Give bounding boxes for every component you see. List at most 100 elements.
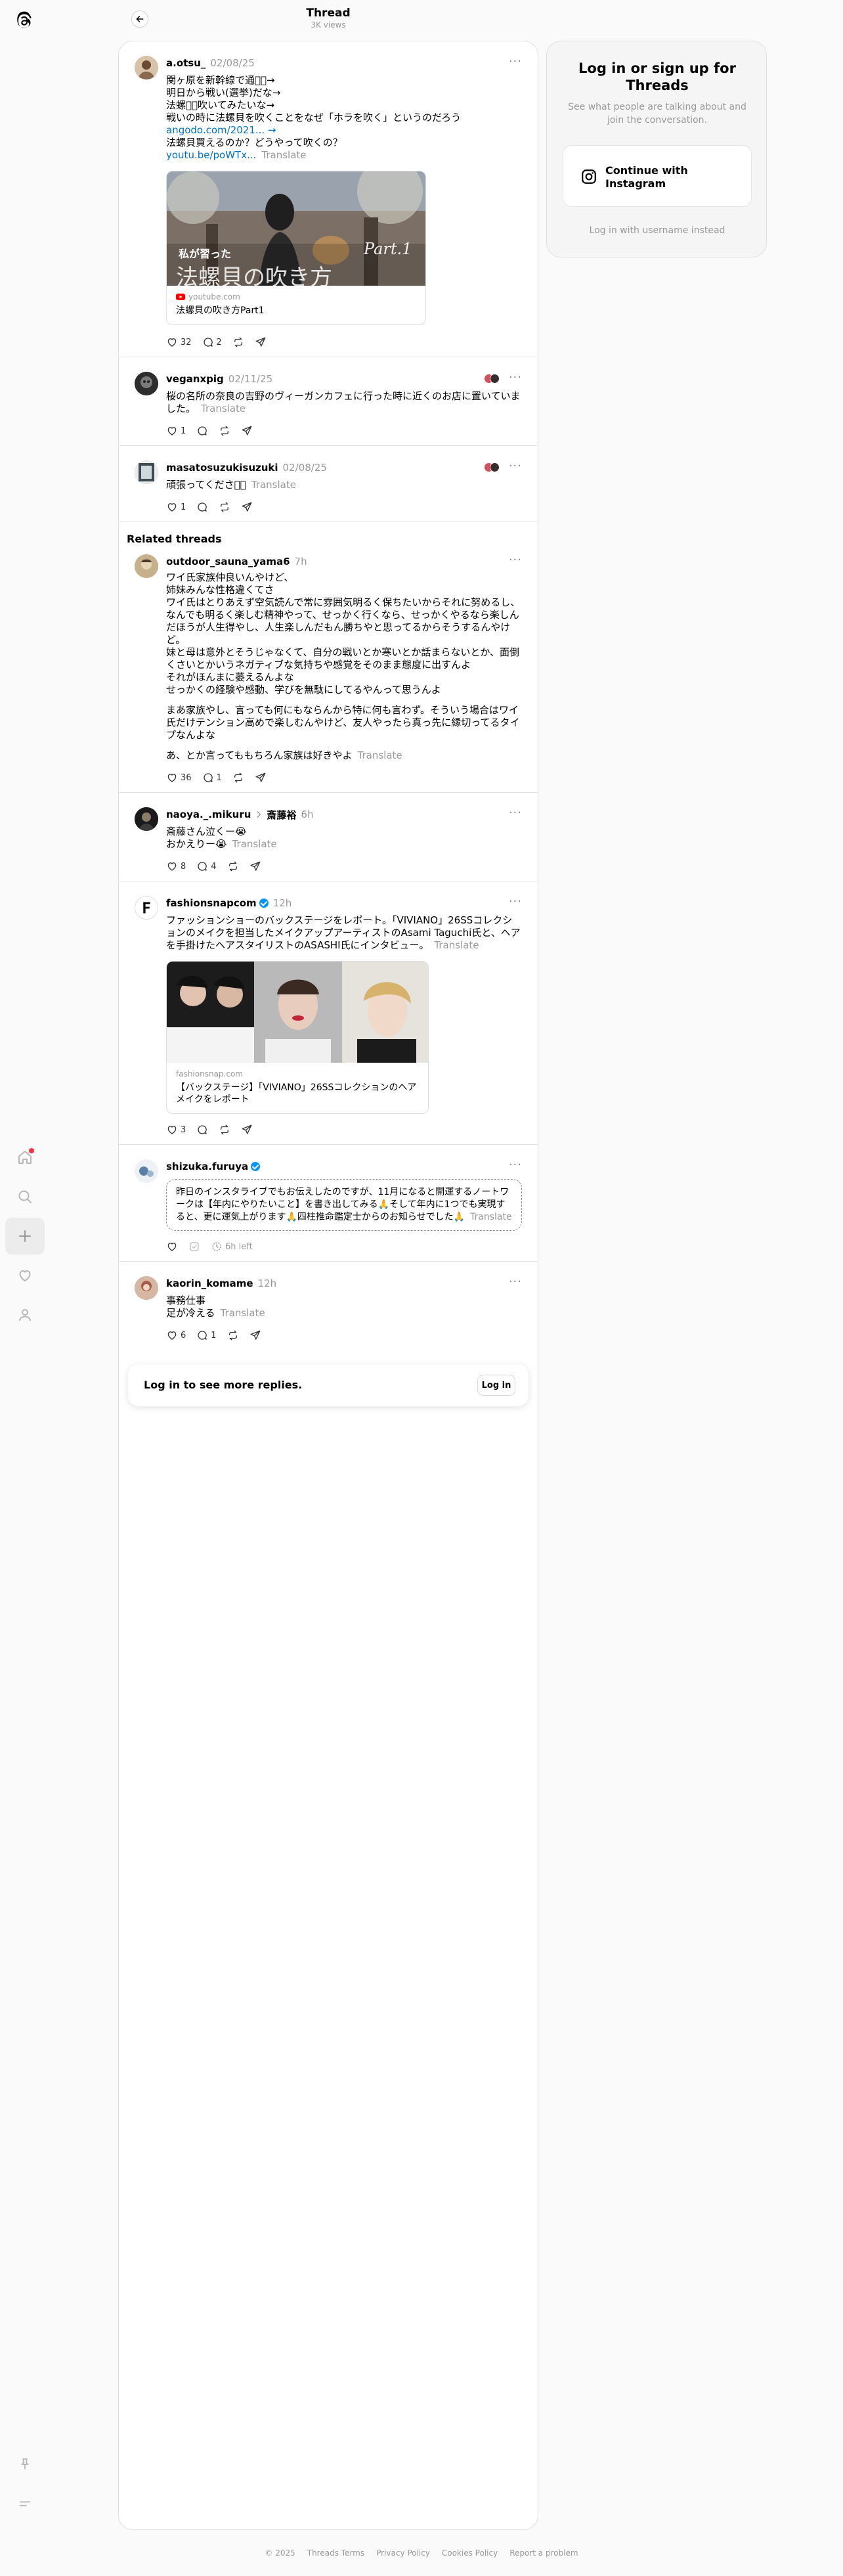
avatar-image (135, 1276, 158, 1300)
more-options-button[interactable]: ··· (509, 554, 522, 566)
avatar[interactable] (135, 896, 158, 920)
repost-button[interactable] (232, 336, 244, 348)
login-button[interactable]: Log in (477, 1375, 515, 1396)
translate-link[interactable]: Translate (201, 403, 246, 414)
translate-link[interactable]: Translate (434, 939, 479, 951)
comment-icon (198, 862, 207, 871)
more-options-button[interactable]: ··· (509, 1276, 522, 1288)
continue-with-instagram-button[interactable]: Continue with Instagram (563, 145, 752, 207)
more-options-button[interactable]: ··· (509, 896, 522, 908)
repost-button[interactable] (219, 501, 230, 513)
like-button[interactable]: 36 (166, 772, 192, 784)
repost-button[interactable] (227, 860, 239, 872)
reply-button[interactable]: 1 (202, 772, 222, 784)
post-time[interactable]: 7h (295, 556, 307, 567)
threads-logo[interactable] (11, 8, 37, 34)
nav-profile-button[interactable] (5, 1297, 45, 1333)
translate-link[interactable]: Translate (470, 1212, 512, 1222)
post-text: 関ヶ原を新幹線で通過🏻→ 明日から戦い(選挙)だな→ 法螺貝🏻吹いてみたいな→ … (166, 74, 522, 162)
avatar[interactable] (135, 460, 158, 484)
post-time[interactable]: 02/08/25 (210, 57, 254, 69)
like-button[interactable]: 6 (166, 1329, 186, 1341)
link-preview-card[interactable]: 私が習った 法螺貝の吹き方 Part.1 youtube.com 法螺貝の吹き方… (166, 171, 426, 325)
heart-icon (167, 862, 177, 871)
username[interactable]: naoya._.mikuru (166, 809, 251, 820)
username[interactable]: a.otsu_ (166, 57, 205, 69)
reply-button[interactable] (196, 501, 208, 513)
username[interactable]: outdoor_sauna_yama6 (166, 556, 290, 567)
more-options-button[interactable]: ··· (509, 807, 522, 819)
share-button[interactable] (255, 772, 267, 784)
avatar[interactable] (135, 1159, 158, 1183)
nav-home-button[interactable] (5, 1139, 45, 1176)
more-options-button[interactable]: ··· (509, 1159, 522, 1171)
post-link[interactable]: youtu.be/poWTx... (166, 149, 256, 161)
login-with-username-link[interactable]: Log in with username instead (547, 225, 767, 236)
translate-link[interactable]: Translate (232, 838, 277, 850)
nav-activity-button[interactable] (5, 1257, 45, 1294)
like-button[interactable]: 8 (166, 860, 186, 872)
footer-cookies-link[interactable]: Cookies Policy (442, 2548, 498, 2558)
avatar[interactable] (135, 554, 158, 578)
avatar[interactable] (135, 372, 158, 395)
nav-create-button[interactable] (5, 1218, 45, 1255)
username[interactable]: kaorin_komame (166, 1277, 253, 1289)
footer-privacy-link[interactable]: Privacy Policy (376, 2548, 430, 2558)
menu-button[interactable] (5, 2485, 45, 2522)
repost-button[interactable] (227, 1329, 239, 1341)
share-button[interactable] (241, 1124, 253, 1136)
reply-button[interactable] (196, 1124, 208, 1136)
share-button[interactable] (241, 501, 253, 513)
like-button[interactable]: 1 (166, 501, 186, 513)
checkbox-icon-button[interactable] (188, 1241, 200, 1253)
avatar[interactable] (135, 56, 158, 79)
login-card-title: Log in or sign up for Threads (578, 60, 736, 93)
login-banner-text: Log in to see more replies. (144, 1379, 303, 1391)
like-count: 1 (181, 426, 186, 436)
tagged-user[interactable]: 斎藤裕 (267, 808, 296, 822)
share-button[interactable] (249, 1329, 261, 1341)
post-time[interactable]: 12h (273, 897, 292, 909)
pin-button[interactable] (5, 2446, 45, 2483)
plus-icon (19, 1230, 31, 1242)
post-text: 斎藤さん泣くー😭 おかえりー😭 Translate (166, 826, 277, 850)
share-button[interactable] (241, 425, 253, 437)
translate-link[interactable]: Translate (251, 479, 296, 491)
username[interactable]: masatosuzukisuzuki (166, 462, 278, 474)
translate-link[interactable]: Translate (358, 749, 402, 761)
reply-button[interactable]: 2 (202, 336, 222, 348)
like-button[interactable]: 1 (166, 425, 186, 437)
post-time[interactable]: 6h (301, 809, 313, 820)
post-line: 法螺貝買えるのか？どうやって吹くの？ (166, 137, 343, 148)
share-button[interactable] (255, 336, 267, 348)
post-time[interactable]: 02/11/25 (228, 373, 272, 385)
nav-search-button[interactable] (5, 1178, 45, 1215)
footer-report-link[interactable]: Report a problem (509, 2548, 578, 2558)
username[interactable]: veganxpig (166, 373, 224, 385)
reply-button[interactable]: 1 (196, 1329, 217, 1341)
post-link[interactable]: angodo.com/2021... → (166, 124, 276, 136)
reply-button[interactable]: 4 (196, 860, 217, 872)
post-time[interactable]: 02/08/25 (283, 462, 327, 474)
more-options-button[interactable]: ··· (509, 56, 522, 68)
more-options-button[interactable]: ··· (509, 372, 522, 384)
like-button[interactable]: 3 (166, 1124, 186, 1136)
repost-button[interactable] (219, 425, 230, 437)
post-time[interactable]: 12h (258, 1277, 277, 1289)
like-button[interactable] (166, 1241, 178, 1253)
avatar[interactable] (135, 807, 158, 831)
avatar[interactable] (135, 1276, 158, 1300)
footer-terms-link[interactable]: Threads Terms (307, 2548, 364, 2558)
translate-link[interactable]: Translate (261, 149, 306, 161)
repost-button[interactable] (219, 1124, 230, 1136)
repost-button[interactable] (232, 772, 244, 784)
username[interactable]: fashionsnapcom (166, 897, 257, 909)
share-button[interactable] (249, 860, 261, 872)
username[interactable]: shizuka.furuya (166, 1161, 248, 1172)
reply-button[interactable] (196, 425, 208, 437)
page-title: Thread (306, 7, 351, 20)
more-options-button[interactable]: ··· (509, 460, 522, 472)
like-button[interactable]: 32 (166, 336, 192, 348)
link-preview-card[interactable]: fashionsnap.com 【バックステージ】「VIVIANO」26SSコレ… (166, 961, 429, 1114)
translate-link[interactable]: Translate (221, 1307, 265, 1319)
